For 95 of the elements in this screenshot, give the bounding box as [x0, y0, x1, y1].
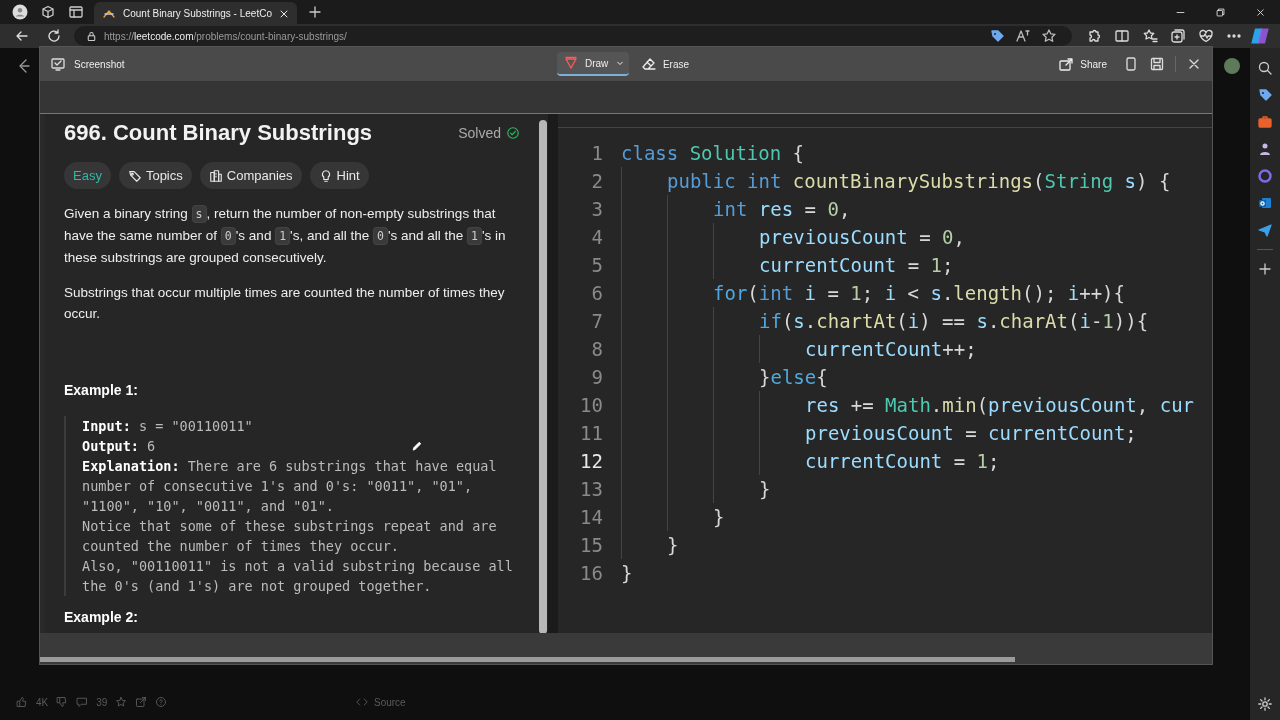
hint-tag[interactable]: Hint	[309, 162, 369, 189]
erase-button[interactable]: Erase	[634, 52, 696, 76]
code-line: }	[713, 506, 725, 528]
share-icon[interactable]	[135, 696, 148, 708]
line-number: 1	[590, 142, 604, 164]
eraser-icon	[640, 56, 657, 72]
like-count: 4K	[36, 696, 49, 708]
line-number: 14	[579, 506, 604, 528]
code-line: previousCount = 0,	[759, 226, 965, 248]
code-line: }else{	[759, 366, 828, 388]
example-text: Output: 6	[82, 437, 156, 456]
settings-icon[interactable]	[1257, 696, 1273, 712]
like-icon[interactable]	[16, 696, 28, 708]
example-heading: Example 2:	[64, 609, 139, 625]
splitter-handle[interactable]	[548, 114, 558, 633]
panel-title: Screenshot	[74, 58, 125, 70]
favorites-icon[interactable]	[1142, 28, 1158, 44]
problem-title: 696. Count Binary Substrings	[64, 120, 373, 146]
code-line: currentCount++;	[805, 338, 977, 360]
browser-tab[interactable]: Count Binary Substrings - LeetCo	[94, 2, 297, 24]
code-line: public int countBinarySubstrings(String s) {	[667, 170, 1171, 192]
save-icon[interactable]	[1149, 56, 1165, 72]
briefcase-icon[interactable]	[1257, 114, 1273, 130]
example-heading: Example 1:	[64, 382, 139, 398]
code-line: if(s.chartAt(i) == s.charAt(i-1)){	[759, 310, 1149, 332]
line-number: 4	[590, 226, 604, 248]
extensions-icon[interactable]	[1086, 28, 1102, 44]
tag-icon[interactable]	[989, 28, 1005, 44]
example-text: Input: s = "00110011"	[82, 417, 253, 436]
code-icon	[356, 696, 368, 708]
code-line: currentCount = 1;	[805, 450, 1000, 472]
companies-tag[interactable]: Companies	[199, 162, 302, 189]
collections-icon[interactable]	[1170, 28, 1186, 44]
scrollbar-thumb[interactable]	[539, 120, 547, 634]
mail-icon[interactable]	[1257, 195, 1273, 211]
refresh-icon[interactable]	[45, 27, 63, 45]
source-label: Source	[374, 696, 406, 708]
line-number: 9	[590, 366, 604, 388]
description-text: Given a binary string s , return the number of non-empty substrings that have the same number of 0 's and 1 's, and all the 0 's and all the 1 's in these substrings are grouped consecutively.	[64, 204, 507, 267]
split-screen-icon[interactable]	[1114, 28, 1130, 44]
example-text: Explanation: There are 6 substrings that have equal number of consecutive 1's and 0's: "0011", "01", "1100", "10", "0011", and "01". Notice that some of these substrings repeat and are counted the number of times they occur. Also, "00110011" is not a valid substring because all the 0's (and 1's) are not grouped together.	[82, 457, 514, 596]
line-number: 8	[590, 338, 604, 360]
code-line: }	[621, 562, 633, 584]
code-line: class Solution {	[621, 142, 805, 164]
line-number: 6	[590, 282, 604, 304]
line-number: 3	[590, 198, 604, 220]
building-icon	[208, 168, 223, 183]
send-icon[interactable]	[1257, 222, 1273, 238]
read-aloud-icon[interactable]	[1015, 28, 1031, 44]
pen-icon	[562, 55, 579, 71]
code-line: res += Math.min(previousCount, cur	[805, 394, 1195, 416]
line-number: 11	[579, 422, 604, 444]
add-icon[interactable]	[1257, 261, 1273, 277]
pencil-cursor-icon	[411, 440, 423, 452]
line-number: 15	[579, 534, 604, 556]
line-number: 7	[590, 310, 604, 332]
topics-tag[interactable]: Topics	[118, 162, 192, 189]
code-line: }	[667, 534, 679, 556]
line-number: 13	[579, 478, 604, 500]
screenshot-icon	[50, 56, 66, 72]
code-line: currentCount = 1;	[759, 254, 954, 276]
code-line: }	[759, 478, 771, 500]
status-label: Solved	[458, 125, 501, 141]
copilot-icon[interactable]	[1250, 26, 1270, 46]
code-line: int res = 0,	[713, 198, 851, 220]
url-field[interactable]: https://leetcode.com/problems/count-binary-substrings/	[104, 30, 347, 42]
description-text: Substrings that occur multiple times are counted the number of times they occur.	[64, 284, 506, 323]
code-line: previousCount = currentCount;	[805, 422, 1137, 444]
line-number: 5	[590, 254, 604, 276]
health-icon[interactable]	[1198, 28, 1214, 44]
tab-actions-icon[interactable]	[68, 4, 84, 20]
line-number: 2	[590, 170, 604, 192]
tag-icon	[127, 168, 142, 183]
line-number: 10	[579, 394, 604, 416]
workspaces-icon[interactable]	[40, 4, 56, 20]
tag-icon[interactable]	[1257, 87, 1273, 103]
comment-count: 39	[96, 696, 108, 708]
favorite-icon[interactable]	[1041, 28, 1057, 44]
person-icon[interactable]	[1257, 141, 1273, 157]
profile-icon[interactable]	[12, 4, 28, 20]
draw-button[interactable]: Draw	[556, 52, 629, 76]
star-icon[interactable]	[115, 696, 128, 708]
copy-icon[interactable]	[1123, 56, 1139, 72]
line-number: 12	[579, 450, 604, 472]
scrollbar-thumb[interactable]	[40, 657, 1015, 662]
difficulty-tag[interactable]: Easy	[64, 162, 111, 189]
avatar[interactable]	[1224, 58, 1240, 74]
line-number: 16	[579, 562, 604, 584]
code-line: for(int i = 1; i < s.length(); i++){	[713, 282, 1125, 304]
dislike-icon[interactable]	[56, 696, 69, 708]
share-icon	[1058, 56, 1075, 72]
comment-icon[interactable]	[76, 696, 89, 708]
search-icon[interactable]	[1257, 60, 1273, 76]
share-button[interactable]: Share	[1052, 52, 1113, 76]
ring-icon[interactable]	[1257, 168, 1273, 184]
